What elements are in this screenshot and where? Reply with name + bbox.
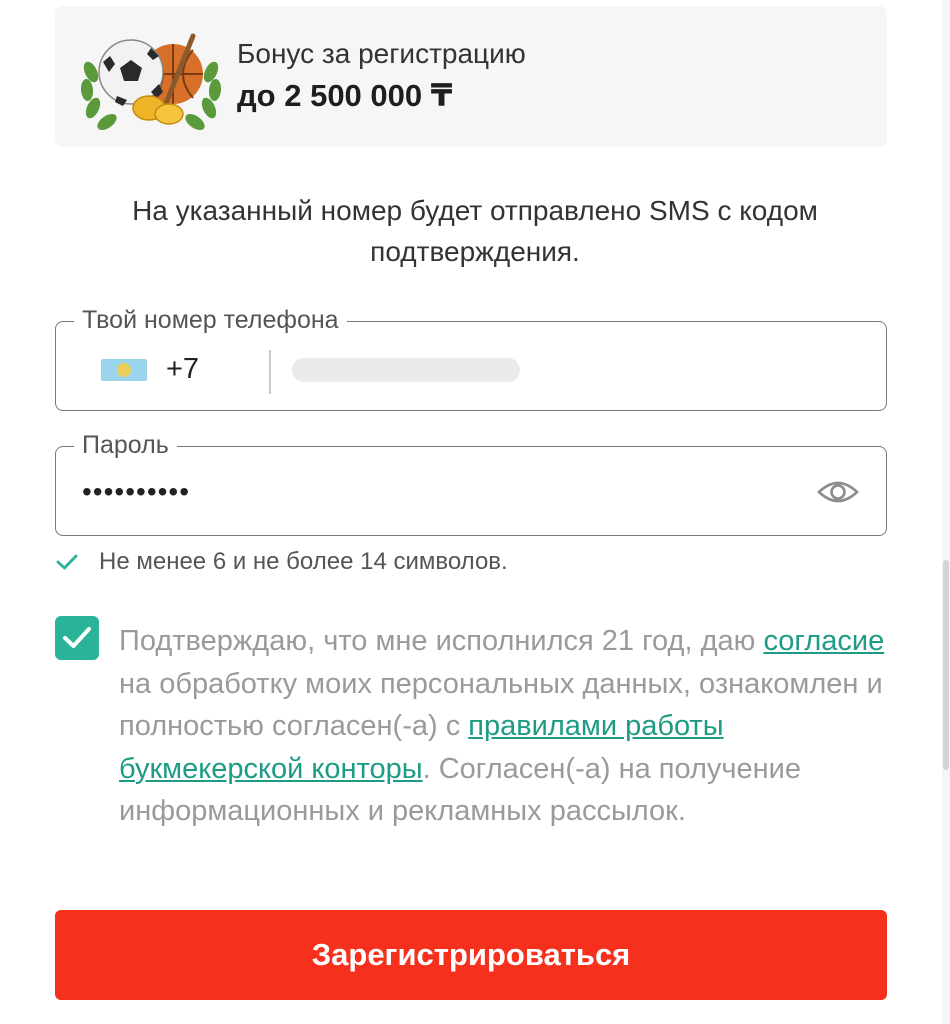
kazakhstan-flag-icon[interactable] — [101, 359, 147, 381]
password-hint: Не менее 6 и не более 14 символов. — [55, 548, 508, 576]
password-field[interactable]: Пароль — [55, 430, 887, 536]
password-hint-text: Не менее 6 и не более 14 символов. — [99, 548, 508, 575]
checkbox-check-icon — [63, 627, 91, 648]
check-icon — [56, 554, 78, 570]
sms-notice: На указанный номер будет отправлено SMS … — [132, 195, 818, 267]
register-button[interactable]: Зарегистрироваться — [55, 910, 887, 1000]
password-field-label: Пароль — [74, 430, 177, 460]
bonus-banner: Бонус за регистрацию до 2 500 000 ₸ — [55, 6, 887, 147]
phone-field-label: Твой номер телефона — [74, 305, 347, 335]
dial-code[interactable]: +7 — [166, 353, 199, 386]
password-input[interactable] — [80, 471, 724, 513]
consent-text: Подтверждаю, что мне исполнился 21 год, … — [119, 620, 889, 833]
consent-checkbox[interactable] — [55, 616, 99, 660]
scrollbar-thumb[interactable] — [943, 560, 949, 770]
sports-trophy-icon — [80, 33, 222, 130]
bonus-amount: до 2 500 000 ₸ — [237, 78, 453, 113]
phone-number-blurred — [292, 358, 520, 382]
consent-link[interactable]: согласие — [763, 625, 884, 657]
eye-icon[interactable] — [816, 477, 860, 507]
scrollbar-track[interactable] — [942, 0, 950, 1024]
bonus-title: Бонус за регистрацию — [237, 38, 526, 69]
consent-text-part1: Подтверждаю, что мне исполнился 21 год, … — [119, 625, 764, 657]
phone-divider — [269, 350, 271, 394]
phone-field[interactable]: Твой номер телефона +7 — [55, 305, 887, 411]
